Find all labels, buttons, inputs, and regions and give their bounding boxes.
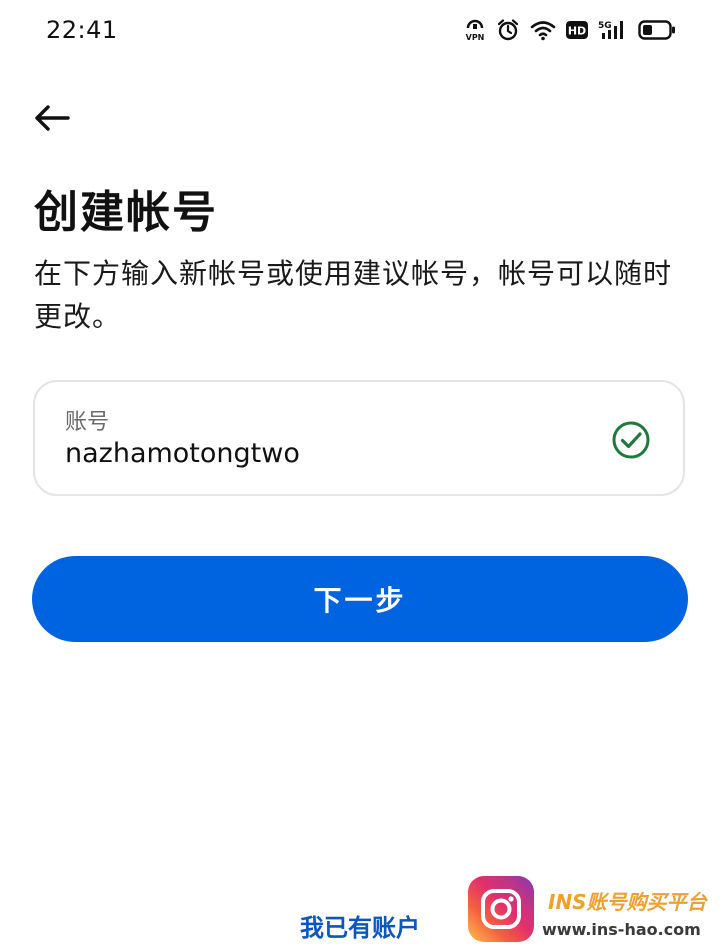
alarm-icon — [496, 18, 520, 42]
status-time: 22:41 — [46, 16, 118, 44]
instagram-logo-icon — [468, 876, 534, 942]
watermark: INS账号购买平台 www.ins-hao.com — [468, 876, 720, 950]
watermark-url: www.ins-hao.com — [542, 920, 701, 939]
username-field[interactable]: 账号 — [33, 380, 685, 496]
hd-label: HD — [568, 25, 586, 38]
have-account-link[interactable]: 我已有账户 — [300, 908, 420, 943]
username-label: 账号 — [65, 410, 110, 435]
vpn-icon: VPN — [464, 18, 486, 42]
back-button[interactable] — [30, 96, 74, 140]
signal-5g-icon: 5G — [598, 19, 628, 41]
watermark-title: INS账号购买平台 — [548, 890, 707, 914]
status-icons: VPN HD 5G — [464, 18, 676, 42]
check-circle-icon — [612, 421, 650, 459]
status-bar: 22:41 VPN HD 5G — [0, 0, 720, 64]
wifi-icon — [530, 19, 556, 41]
battery-icon — [638, 19, 676, 41]
page-title: 创建帐号 — [34, 187, 218, 238]
hd-icon: HD — [566, 20, 588, 40]
username-input[interactable] — [65, 438, 585, 469]
vpn-label: VPN — [466, 33, 485, 42]
page-description: 在下方输入新帐号或使用建议帐号，帐号可以随时更改。 — [34, 257, 673, 333]
network-label: 5G — [598, 21, 612, 31]
arrow-left-icon — [35, 105, 70, 131]
next-button[interactable]: 下一步 — [32, 556, 688, 642]
